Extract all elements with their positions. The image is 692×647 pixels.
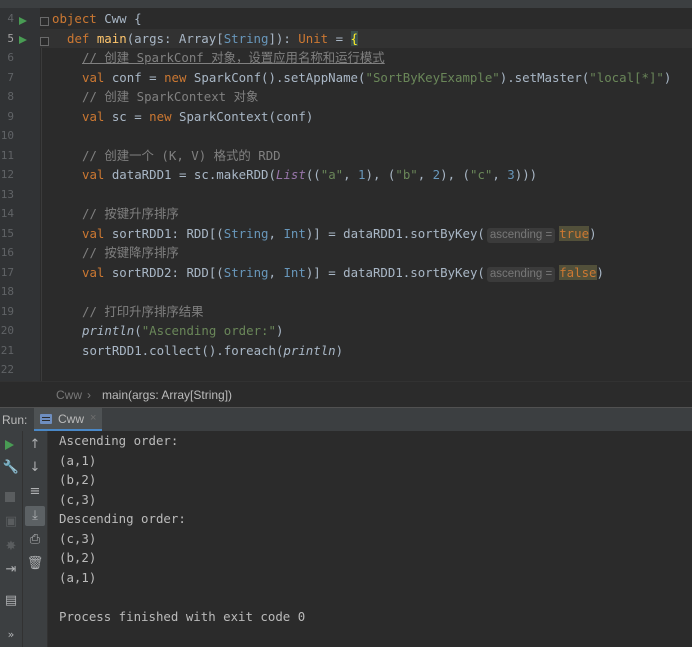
layout-icon[interactable]: ▤ xyxy=(1,591,21,611)
bug-icon[interactable]: ✸ xyxy=(1,537,21,557)
more-icon[interactable]: » xyxy=(1,625,21,645)
code-line-6: // 创建 SparkConf 对象，设置应用名称和运行模式 xyxy=(82,50,385,65)
line-number: 12 xyxy=(0,168,14,181)
run-panel-header: Run: Cww × xyxy=(0,407,692,433)
param-hint: ascending = xyxy=(486,266,556,282)
line-number: 8 xyxy=(7,90,14,103)
line-number: 15 xyxy=(0,226,14,240)
close-icon[interactable]: × xyxy=(90,408,96,429)
trash-icon[interactable]: 🗑 xyxy=(25,554,45,574)
breadcrumb-separator: › xyxy=(87,388,91,402)
run-toolbar-secondary: ↑ ↓ ≡ ⤓ ⎙ 🗑 xyxy=(23,431,48,647)
editor-gutter: 4 5 6 7 8 9 10 11 12 13 14 15 16 17 18 19 20 21 22 xyxy=(0,8,40,381)
console-line: (a,1) xyxy=(59,452,97,468)
line-number: 10 xyxy=(0,129,14,142)
wrench-icon[interactable]: 🔧 xyxy=(1,458,21,478)
code-line-7: val conf = new SparkConf().setAppName("S… xyxy=(82,69,672,85)
exit-icon[interactable]: ⇥ xyxy=(1,560,21,580)
play-icon[interactable] xyxy=(1,435,21,455)
arrow-up-icon[interactable]: ↑ xyxy=(25,435,45,455)
console-output[interactable]: Ascending order: (a,1) (b,2) (c,3) Desce… xyxy=(48,431,692,647)
breadcrumb-method[interactable]: main(args: Array[String]) xyxy=(102,382,232,408)
line-number: 13 xyxy=(0,187,14,201)
console-line: Ascending order: xyxy=(59,433,179,448)
print-icon[interactable]: ⎙ xyxy=(25,530,45,550)
code-line-20: println("Ascending order:") xyxy=(82,323,284,338)
console-line: Descending order: xyxy=(59,511,186,526)
indent-guide xyxy=(41,48,42,381)
run-object-icon[interactable] xyxy=(19,16,27,25)
fold-icon[interactable] xyxy=(40,36,49,46)
code-line-21: sortRDD1.collect().foreach(println) xyxy=(82,342,344,358)
line-number: 7 xyxy=(7,70,14,84)
console-line: (a,1) xyxy=(59,569,97,585)
line-number: 20 xyxy=(0,324,14,337)
code-line-8: // 创建 SparkContext 对象 xyxy=(82,89,259,104)
breadcrumb: Cww › main(args: Array[String]) xyxy=(0,381,692,408)
line-number: 18 xyxy=(0,285,14,298)
console-line: (b,2) xyxy=(59,472,97,487)
line-number: 19 xyxy=(0,304,14,318)
camera-icon[interactable]: ▣ xyxy=(1,512,21,532)
console-line: (c,3) xyxy=(59,491,97,507)
line-number: 21 xyxy=(0,343,14,357)
arrow-down-icon[interactable]: ↓ xyxy=(25,458,45,478)
line-number: 16 xyxy=(0,246,14,259)
code-line-19: // 打印升序排序结果 xyxy=(82,303,204,319)
stop-icon[interactable] xyxy=(1,487,21,507)
line-number: 6 xyxy=(7,51,14,64)
param-hint: ascending = xyxy=(486,227,556,243)
run-toolbar-primary: 🔧 ▣ ✸ ⇥ ▤ » xyxy=(0,431,23,647)
code-line-17: val sortRDD2: RDD[(String, Int)] = dataR… xyxy=(82,264,604,282)
run-label: Run: xyxy=(2,413,28,427)
line-number: 4 xyxy=(7,12,14,25)
soft-wrap-icon[interactable]: ≡ xyxy=(25,482,45,502)
console-line: (b,2) xyxy=(59,550,97,565)
code-line-9: val sc = new SparkContext(conf) xyxy=(82,108,314,124)
code-line-4: object Cww { xyxy=(52,11,142,26)
run-tab-label: Cww xyxy=(58,412,84,426)
line-number: 5 xyxy=(7,31,14,45)
code-editor[interactable]: 4 5 6 7 8 9 10 11 12 13 14 15 16 17 18 19 20 21 22 object … xyxy=(0,8,692,381)
code-line-5: def main(args: Array[String]): Unit = { xyxy=(67,30,358,46)
code-line-15: val sortRDD1: RDD[(String, Int)] = dataR… xyxy=(82,225,597,243)
scroll-to-end-icon[interactable]: ⤓ xyxy=(25,506,45,526)
code-line-16: // 按键降序排序 xyxy=(82,245,179,260)
breadcrumb-object[interactable]: Cww xyxy=(56,382,82,408)
console-line: Process finished with exit code 0 xyxy=(59,608,306,624)
console-line: (c,3) xyxy=(59,530,97,546)
line-number: 9 xyxy=(7,109,14,123)
code-line-14: // 按键升序排序 xyxy=(82,206,179,221)
code-line-12: val dataRDD1 = sc.makeRDD(List(("a", 1),… xyxy=(82,167,538,182)
fold-icon[interactable] xyxy=(40,17,49,26)
line-number: 11 xyxy=(0,148,14,162)
code-line-11: // 创建一个 (K, V) 格式的 RDD xyxy=(82,147,281,163)
run-main-icon[interactable] xyxy=(19,36,27,44)
console-icon xyxy=(40,414,52,424)
line-number: 17 xyxy=(0,265,14,279)
line-number: 22 xyxy=(0,363,14,376)
run-tab-cww[interactable]: Cww × xyxy=(34,408,102,432)
line-number: 14 xyxy=(0,207,14,220)
